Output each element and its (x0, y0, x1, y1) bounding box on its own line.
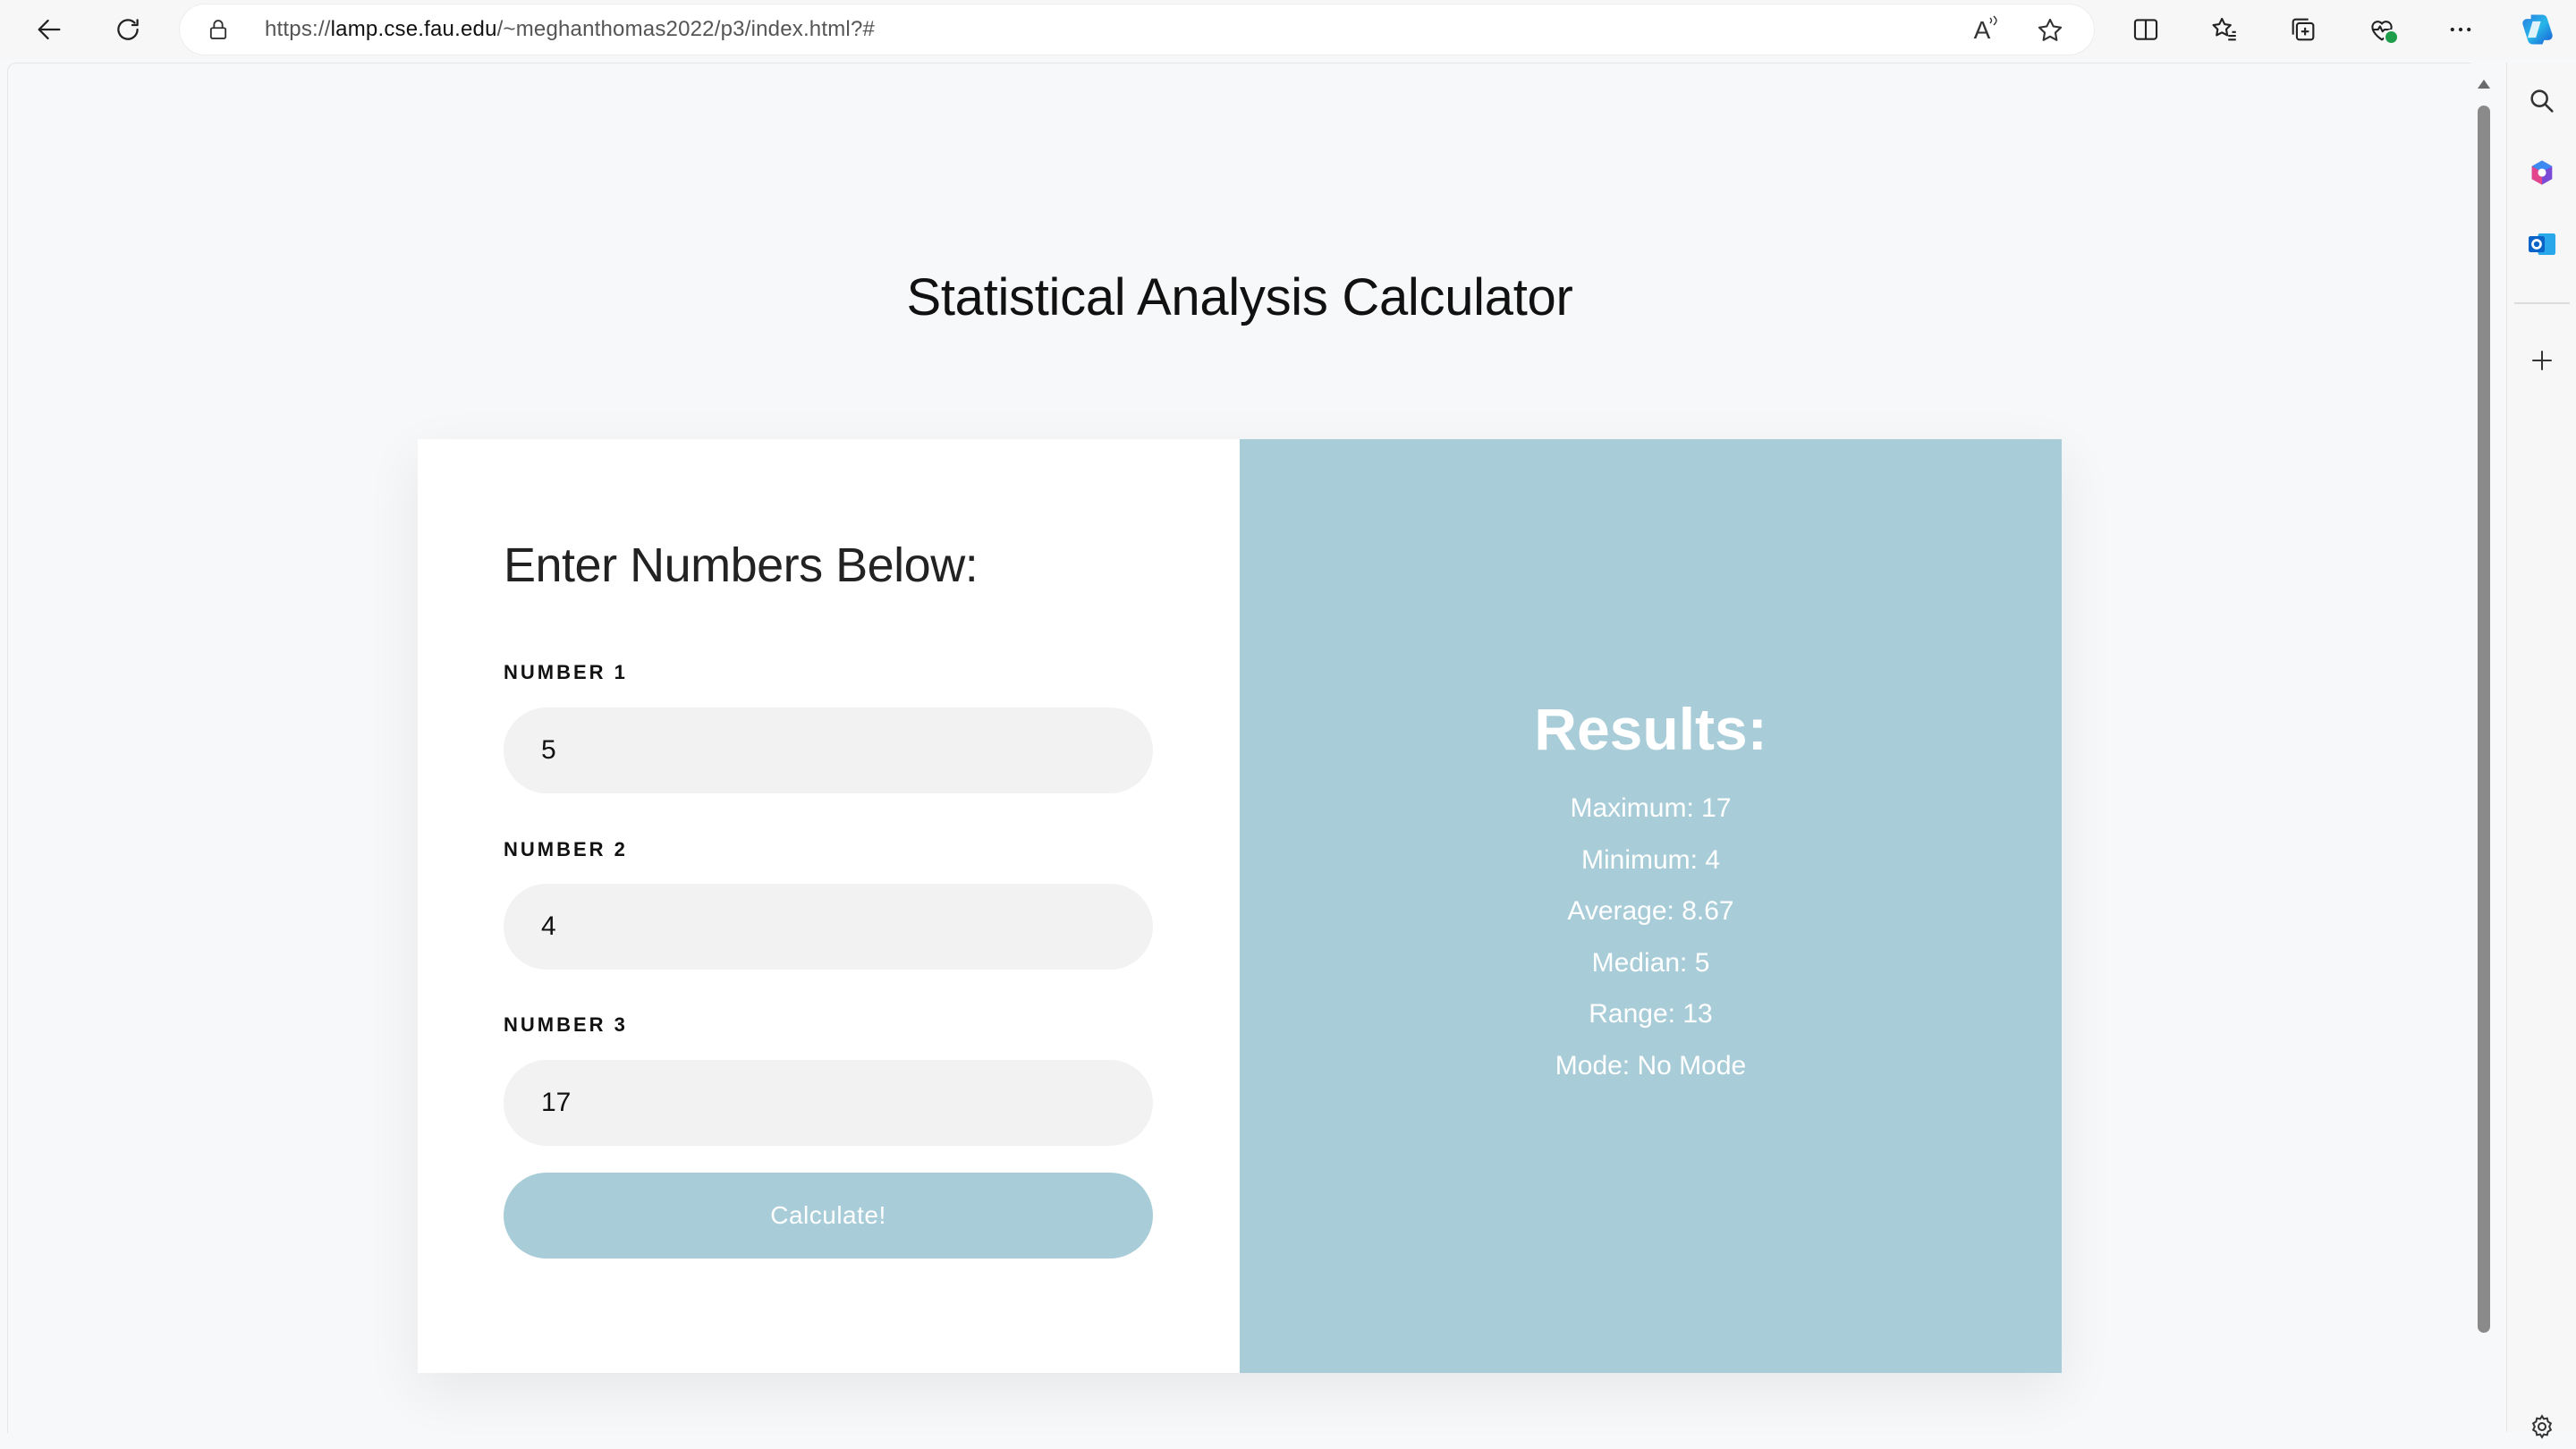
collections-icon (2288, 14, 2318, 45)
calculator-card: Enter Numbers Below: NUMBER 1 NUMBER 2 N… (418, 439, 2062, 1373)
number-3-label: NUMBER 3 (504, 1013, 628, 1036)
result-maximum: Maximum: 17 (1570, 793, 1732, 823)
number-1-label: NUMBER 1 (504, 661, 628, 683)
result-mode: Mode: No Mode (1555, 1050, 1747, 1080)
form-heading: Enter Numbers Below: (504, 538, 979, 592)
read-aloud-icon: A (1974, 15, 1998, 45)
page-title: Statistical Analysis Calculator (906, 268, 1573, 326)
result-minimum: Minimum: 4 (1580, 844, 1721, 875)
heart-pulse-icon (2367, 14, 2399, 45)
results-heading: Results: (1534, 696, 1767, 762)
outlook-icon (2526, 228, 2558, 260)
results-list: Maximum: 17 Minimum: 4 Average: 8.67 Med… (1240, 783, 2062, 1091)
sidebar-add-button[interactable] (2520, 338, 2564, 383)
sidebar-office-button[interactable] (2520, 150, 2564, 195)
url-text[interactable]: https://lamp.cse.fau.edu/~meghanthomas20… (265, 4, 875, 55)
favorites-list-icon (2209, 14, 2240, 45)
copilot-icon (2518, 10, 2557, 49)
refresh-icon (113, 14, 143, 45)
more-button[interactable] (2436, 5, 2485, 54)
url-path: /~meghanthomas2022/p3/index.html?# (496, 17, 876, 41)
read-aloud-button[interactable]: A (1964, 13, 2000, 48)
browser-essentials-button[interactable] (2358, 5, 2406, 54)
collections-button[interactable] (2279, 5, 2327, 54)
office-icon (2527, 157, 2557, 188)
result-average: Average: 8.67 (1567, 896, 1734, 926)
page-viewport: Statistical Analysis Calculator Enter Nu… (7, 63, 2471, 1433)
number-1-input[interactable] (504, 708, 1153, 793)
url-prefix: https:// (265, 17, 331, 41)
sidebar-divider (2514, 302, 2570, 304)
address-bar[interactable]: https://lamp.cse.fau.edu/~meghanthomas20… (179, 4, 2095, 55)
more-dots-icon (2445, 14, 2476, 45)
results-panel: Results: Maximum: 17 Minimum: 4 Average:… (1240, 439, 2062, 1373)
number-2-label: NUMBER 2 (504, 838, 628, 860)
scroll-thumb[interactable] (2478, 106, 2490, 1333)
arrow-left-icon (34, 14, 64, 45)
calculate-button[interactable]: Calculate! (504, 1173, 1153, 1258)
result-median: Median: 5 (1591, 947, 1710, 978)
sidebar-outlook-button[interactable] (2520, 222, 2564, 267)
add-favorite-button[interactable] (2032, 13, 2068, 48)
settings-icon (2529, 1413, 2555, 1440)
favorites-button[interactable] (2200, 5, 2249, 54)
scroll-up-arrow-icon[interactable] (2477, 79, 2491, 89)
number-3-input[interactable] (504, 1060, 1153, 1146)
plus-icon (2529, 347, 2555, 374)
split-screen-icon (2131, 14, 2161, 45)
refresh-button[interactable] (104, 5, 152, 54)
browser-toolbar: https://lamp.cse.fau.edu/~meghanthomas20… (0, 0, 2576, 59)
back-button[interactable] (25, 5, 73, 54)
status-dot-icon (2384, 30, 2399, 45)
split-screen-button[interactable] (2122, 5, 2170, 54)
vertical-scrollbar[interactable] (2470, 63, 2497, 1432)
sidebar-settings-button[interactable] (2520, 1404, 2564, 1449)
number-2-input[interactable] (504, 884, 1153, 970)
edge-sidebar (2506, 63, 2576, 1439)
copilot-button[interactable] (2513, 5, 2562, 54)
result-range: Range: 13 (1589, 999, 1713, 1029)
star-icon (2035, 15, 2065, 46)
sidebar-search-button[interactable] (2520, 79, 2564, 123)
lock-icon[interactable] (206, 17, 231, 42)
input-panel: Enter Numbers Below: NUMBER 1 NUMBER 2 N… (418, 439, 1240, 1373)
url-host: lamp.cse.fau.edu (330, 17, 497, 41)
search-icon (2527, 86, 2557, 116)
